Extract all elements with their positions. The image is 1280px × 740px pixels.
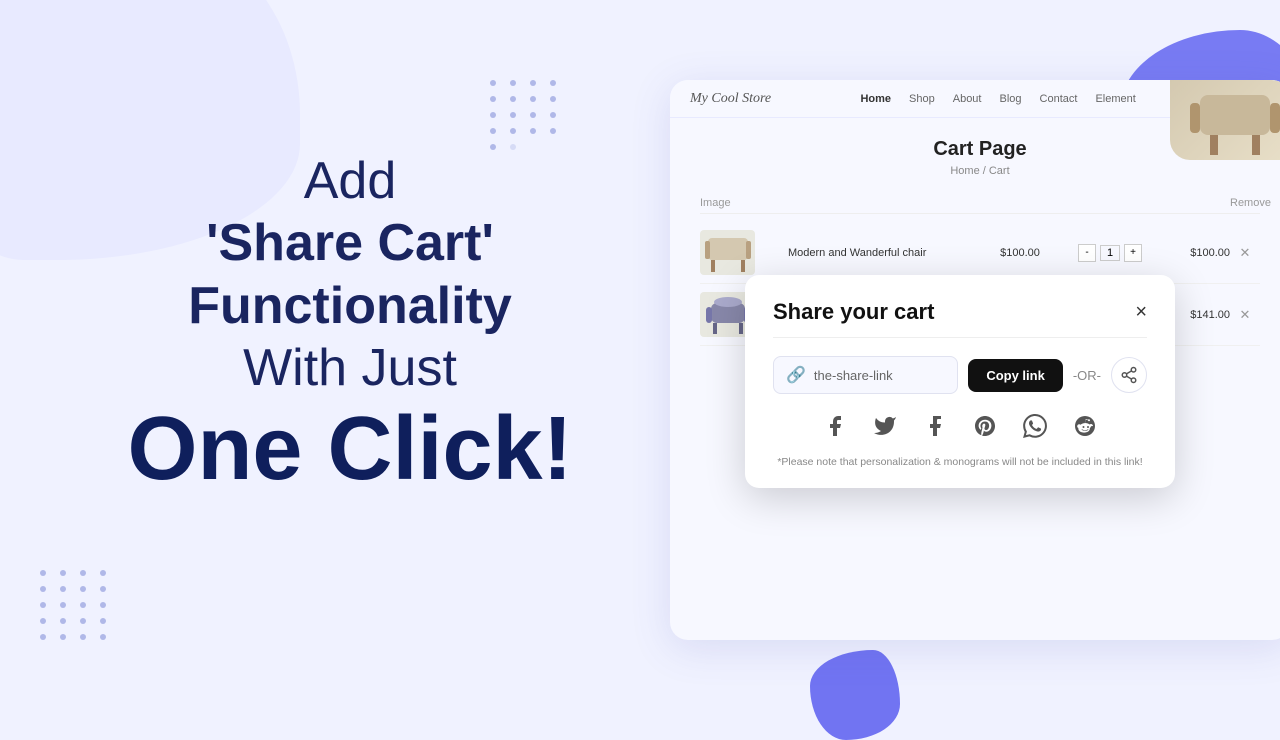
col-name [780, 197, 970, 209]
facebook-icon[interactable] [819, 410, 851, 442]
col-price [970, 197, 1070, 209]
share-icon-button[interactable] [1111, 357, 1147, 393]
qty-value-1: 1 [1100, 245, 1120, 261]
copy-link-button[interactable]: Copy link [968, 359, 1063, 392]
qty-increase-1[interactable]: + [1124, 244, 1142, 262]
col-total [1150, 197, 1230, 209]
close-button[interactable]: × [1135, 301, 1147, 324]
share-link-row: 🔗 the-share-link Copy link -OR- [773, 356, 1147, 394]
nav-shop[interactable]: Shop [909, 93, 935, 105]
col-qty [1070, 197, 1150, 209]
link-icon: 🔗 [786, 365, 806, 385]
nav-blog[interactable]: Blog [999, 93, 1021, 105]
store-logo: My Cool Store [690, 91, 771, 107]
social-icons-row [773, 410, 1147, 442]
modal-header: Share your cart × [773, 299, 1147, 325]
blob-bottom-right [810, 650, 900, 740]
remove-button-1[interactable]: ✕ [1230, 245, 1260, 261]
tumblr-icon[interactable] [919, 410, 951, 442]
nav-links: Home Shop About Blog Contact Element [860, 93, 1135, 105]
text-with-just: With Just [60, 337, 640, 399]
qty-control-1: - 1 + [1070, 244, 1150, 262]
share-cart-modal: Share your cart × 🔗 the-share-link Copy … [745, 275, 1175, 488]
reddit-icon[interactable] [1069, 410, 1101, 442]
dot-grid-bottom [40, 570, 110, 640]
text-one-click: One Click! [60, 400, 640, 499]
link-input-wrap: 🔗 the-share-link [773, 356, 958, 394]
col-image: Image [700, 197, 780, 209]
whatsapp-icon[interactable] [1019, 410, 1051, 442]
cart-table-header: Image Remove [700, 193, 1260, 214]
product-price-1: $100.00 [970, 247, 1070, 259]
cart-page-title: Cart Page [700, 138, 1260, 161]
dot-grid-top [490, 80, 560, 150]
product-total-1: $100.00 [1150, 247, 1230, 259]
share-link-text[interactable]: the-share-link [814, 368, 893, 383]
product-name-1: Modern and Wanderful chair [780, 247, 970, 259]
nav-home[interactable]: Home [860, 93, 891, 105]
browser-mockup: My Cool Store Home Shop About Blog Conta… [670, 80, 1280, 640]
nav-about[interactable]: About [953, 93, 982, 105]
col-remove: Remove [1230, 197, 1260, 209]
share-note: *Please note that personalization & mono… [773, 456, 1147, 468]
left-section: Add 'Share Cart' Functionality With Just… [60, 150, 640, 499]
pinterest-icon[interactable] [969, 410, 1001, 442]
or-text: -OR- [1073, 368, 1101, 383]
modal-divider [773, 337, 1147, 338]
modal-title: Share your cart [773, 299, 934, 325]
product-image-1 [700, 230, 755, 275]
text-share-cart: 'Share Cart' Functionality [60, 212, 640, 337]
cart-breadcrumb: Home / Cart [700, 165, 1260, 177]
remove-button-2[interactable]: ✕ [1230, 307, 1260, 323]
twitter-icon[interactable] [869, 410, 901, 442]
nav-contact[interactable]: Contact [1040, 93, 1078, 105]
text-add: Add [60, 150, 640, 212]
qty-decrease-1[interactable]: - [1078, 244, 1096, 262]
nav-element[interactable]: Element [1095, 93, 1135, 105]
